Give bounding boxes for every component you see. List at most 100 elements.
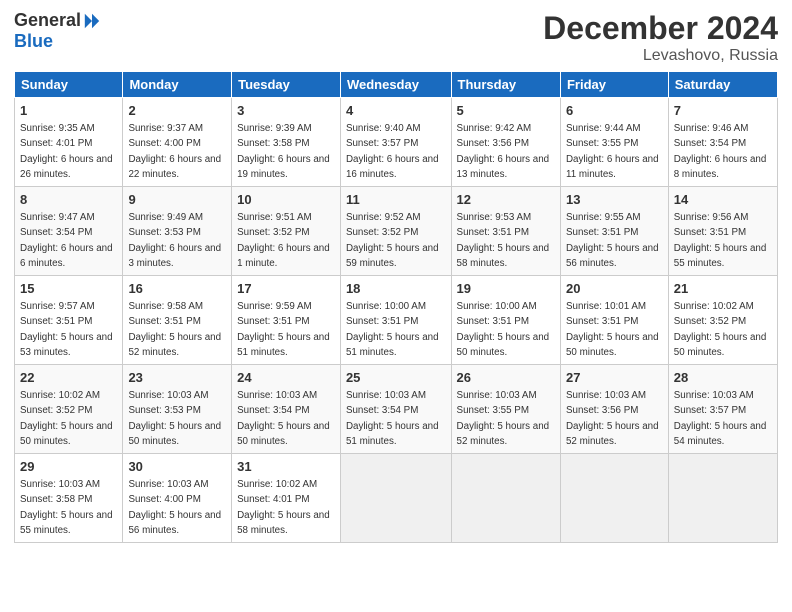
logo-icon — [83, 12, 101, 30]
table-cell: 12 Sunrise: 9:53 AMSunset: 3:51 PMDayligh… — [451, 187, 560, 276]
header-wednesday: Wednesday — [340, 72, 451, 98]
table-cell: 21 Sunrise: 10:02 AMSunset: 3:52 PMDaylig… — [668, 276, 777, 365]
day-number: 3 — [237, 102, 335, 120]
day-number: 5 — [457, 102, 555, 120]
day-info: Sunrise: 10:03 AMSunset: 3:56 PMDaylight… — [566, 390, 659, 447]
header-row: General Blue December 2024 Levashovo, Ru… — [14, 10, 778, 65]
table-cell: 6 Sunrise: 9:44 AMSunset: 3:55 PMDaylight… — [560, 98, 668, 187]
day-number: 4 — [346, 102, 446, 120]
month-title: December 2024 — [543, 10, 778, 47]
table-cell: 30 Sunrise: 10:03 AMSunset: 4:00 PMDaylig… — [123, 454, 232, 543]
day-number: 6 — [566, 102, 663, 120]
table-cell: 19 Sunrise: 10:00 AMSunset: 3:51 PMDaylig… — [451, 276, 560, 365]
logo-general-text: General — [14, 10, 81, 31]
day-info: Sunrise: 9:47 AMSunset: 3:54 PMDaylight:… — [20, 212, 113, 269]
day-info: Sunrise: 10:03 AMSunset: 4:00 PMDaylight… — [128, 479, 221, 536]
logo: General Blue — [14, 10, 101, 52]
table-cell: 10 Sunrise: 9:51 AMSunset: 3:52 PMDayligh… — [232, 187, 341, 276]
table-cell — [451, 454, 560, 543]
days-header-row: Sunday Monday Tuesday Wednesday Thursday… — [15, 72, 778, 98]
day-info: Sunrise: 9:57 AMSunset: 3:51 PMDaylight:… — [20, 301, 113, 358]
day-info: Sunrise: 9:51 AMSunset: 3:52 PMDaylight:… — [237, 212, 330, 269]
day-info: Sunrise: 10:03 AMSunset: 3:57 PMDaylight… — [674, 390, 767, 447]
table-cell: 8Sunrise: 9:47 AMSunset: 3:54 PMDaylight… — [15, 187, 123, 276]
table-cell: 20 Sunrise: 10:01 AMSunset: 3:51 PMDaylig… — [560, 276, 668, 365]
day-number: 30 — [128, 458, 226, 476]
table-row: 1 Sunrise: 9:35 AMSunset: 4:01 PMDaylight… — [15, 98, 778, 187]
day-info: Sunrise: 9:42 AMSunset: 3:56 PMDaylight:… — [457, 123, 550, 180]
day-number: 2 — [128, 102, 226, 120]
day-number: 17 — [237, 280, 335, 298]
header-thursday: Thursday — [451, 72, 560, 98]
table-cell: 22Sunrise: 10:02 AMSunset: 3:52 PMDaylig… — [15, 365, 123, 454]
day-info: Sunrise: 10:00 AMSunset: 3:51 PMDaylight… — [457, 301, 550, 358]
table-cell: 3Sunrise: 9:39 AMSunset: 3:58 PMDaylight… — [232, 98, 341, 187]
day-number: 25 — [346, 369, 446, 387]
day-number: 12 — [457, 191, 555, 209]
table-cell — [560, 454, 668, 543]
table-cell: 24 Sunrise: 10:03 AMSunset: 3:54 PMDaylig… — [232, 365, 341, 454]
table-cell: 23 Sunrise: 10:03 AMSunset: 3:53 PMDaylig… — [123, 365, 232, 454]
day-number: 28 — [674, 369, 772, 387]
day-number: 13 — [566, 191, 663, 209]
day-number: 19 — [457, 280, 555, 298]
day-number: 26 — [457, 369, 555, 387]
header-sunday: Sunday — [15, 72, 123, 98]
day-info: Sunrise: 9:46 AMSunset: 3:54 PMDaylight:… — [674, 123, 767, 180]
calendar-table: Sunday Monday Tuesday Wednesday Thursday… — [14, 71, 778, 543]
day-info: Sunrise: 10:00 AMSunset: 3:51 PMDaylight… — [346, 301, 439, 358]
day-info: Sunrise: 10:01 AMSunset: 3:51 PMDaylight… — [566, 301, 659, 358]
day-info: Sunrise: 9:55 AMSunset: 3:51 PMDaylight:… — [566, 212, 659, 269]
logo-blue-text: Blue — [14, 31, 53, 52]
day-info: Sunrise: 10:03 AMSunset: 3:54 PMDaylight… — [237, 390, 330, 447]
title-block: December 2024 Levashovo, Russia — [543, 10, 778, 65]
day-number: 21 — [674, 280, 772, 298]
day-number: 14 — [674, 191, 772, 209]
day-info: Sunrise: 9:44 AMSunset: 3:55 PMDaylight:… — [566, 123, 659, 180]
table-row: 22Sunrise: 10:02 AMSunset: 3:52 PMDaylig… — [15, 365, 778, 454]
table-cell: 5 Sunrise: 9:42 AMSunset: 3:56 PMDaylight… — [451, 98, 560, 187]
table-cell: 9 Sunrise: 9:49 AMSunset: 3:53 PMDaylight… — [123, 187, 232, 276]
day-number: 10 — [237, 191, 335, 209]
table-cell: 11Sunrise: 9:52 AMSunset: 3:52 PMDayligh… — [340, 187, 451, 276]
table-cell: 18 Sunrise: 10:00 AMSunset: 3:51 PMDaylig… — [340, 276, 451, 365]
day-number: 9 — [128, 191, 226, 209]
day-info: Sunrise: 9:35 AMSunset: 4:01 PMDaylight:… — [20, 123, 113, 180]
day-info: Sunrise: 9:49 AMSunset: 3:53 PMDaylight:… — [128, 212, 221, 269]
day-number: 24 — [237, 369, 335, 387]
day-info: Sunrise: 10:02 AMSunset: 3:52 PMDaylight… — [20, 390, 113, 447]
location: Levashovo, Russia — [543, 47, 778, 65]
page-container: General Blue December 2024 Levashovo, Ru… — [0, 0, 792, 553]
day-info: Sunrise: 9:40 AMSunset: 3:57 PMDaylight:… — [346, 123, 439, 180]
day-info: Sunrise: 9:52 AMSunset: 3:52 PMDaylight:… — [346, 212, 439, 269]
day-number: 27 — [566, 369, 663, 387]
day-info: Sunrise: 9:53 AMSunset: 3:51 PMDaylight:… — [457, 212, 550, 269]
day-info: Sunrise: 10:03 AMSunset: 3:54 PMDaylight… — [346, 390, 439, 447]
table-cell: 2 Sunrise: 9:37 AMSunset: 4:00 PMDaylight… — [123, 98, 232, 187]
day-info: Sunrise: 10:03 AMSunset: 3:55 PMDaylight… — [457, 390, 550, 447]
day-info: Sunrise: 9:59 AMSunset: 3:51 PMDaylight:… — [237, 301, 330, 358]
table-cell: 26 Sunrise: 10:03 AMSunset: 3:55 PMDaylig… — [451, 365, 560, 454]
table-cell — [340, 454, 451, 543]
table-cell: 25 Sunrise: 10:03 AMSunset: 3:54 PMDaylig… — [340, 365, 451, 454]
table-cell: 17 Sunrise: 9:59 AMSunset: 3:51 PMDayligh… — [232, 276, 341, 365]
table-row: 15 Sunrise: 9:57 AMSunset: 3:51 PMDayligh… — [15, 276, 778, 365]
day-number: 1 — [20, 102, 117, 120]
header-monday: Monday — [123, 72, 232, 98]
table-cell: 15 Sunrise: 9:57 AMSunset: 3:51 PMDayligh… — [15, 276, 123, 365]
table-cell: 7Sunrise: 9:46 AMSunset: 3:54 PMDaylight… — [668, 98, 777, 187]
day-number: 31 — [237, 458, 335, 476]
table-cell: 13 Sunrise: 9:55 AMSunset: 3:51 PMDayligh… — [560, 187, 668, 276]
table-cell: 28 Sunrise: 10:03 AMSunset: 3:57 PMDaylig… — [668, 365, 777, 454]
day-info: Sunrise: 10:03 AMSunset: 3:53 PMDaylight… — [128, 390, 221, 447]
table-row: 8Sunrise: 9:47 AMSunset: 3:54 PMDaylight… — [15, 187, 778, 276]
day-info: Sunrise: 9:58 AMSunset: 3:51 PMDaylight:… — [128, 301, 221, 358]
day-number: 18 — [346, 280, 446, 298]
day-number: 23 — [128, 369, 226, 387]
day-info: Sunrise: 9:37 AMSunset: 4:00 PMDaylight:… — [128, 123, 221, 180]
day-number: 20 — [566, 280, 663, 298]
table-cell: 14Sunrise: 9:56 AMSunset: 3:51 PMDayligh… — [668, 187, 777, 276]
day-number: 15 — [20, 280, 117, 298]
day-info: Sunrise: 10:02 AMSunset: 3:52 PMDaylight… — [674, 301, 767, 358]
table-row: 29Sunrise: 10:03 AMSunset: 3:58 PMDaylig… — [15, 454, 778, 543]
